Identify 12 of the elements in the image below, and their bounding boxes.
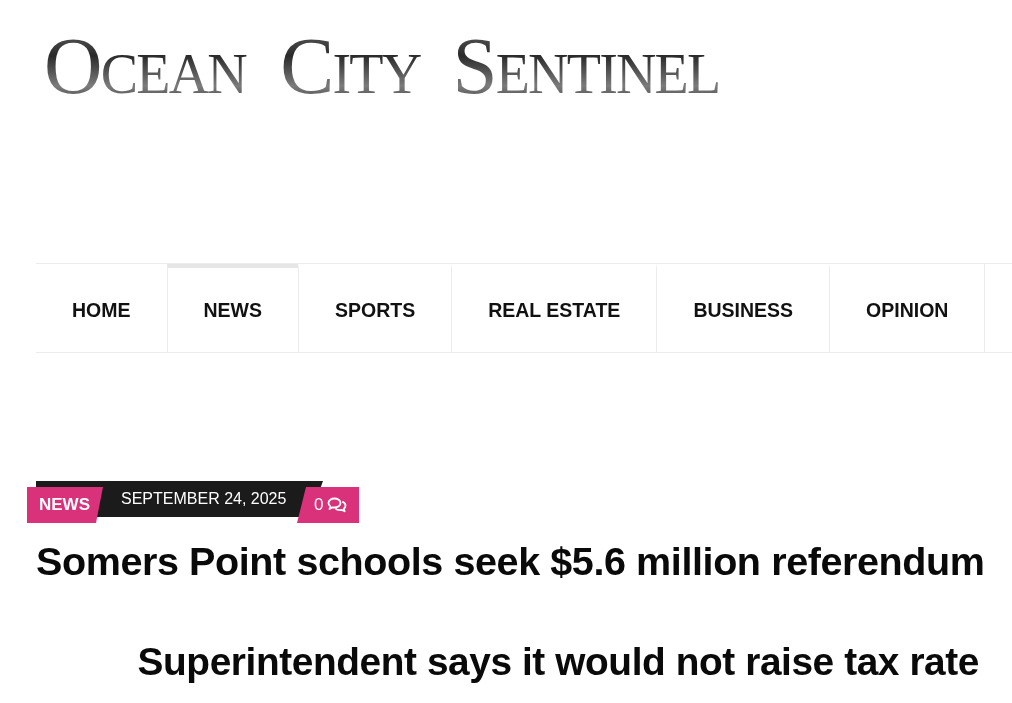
- post-date: SEPTEMBER 24, 2025: [121, 489, 287, 508]
- chat-icon: [327, 497, 348, 513]
- article-subheadline: Superintendent says it would not raise tax rate: [137, 639, 979, 685]
- nav-item[interactable]: OPINION: [829, 264, 985, 352]
- comments-link[interactable]: 0: [297, 487, 359, 523]
- nav-item[interactable]: HOME: [36, 264, 167, 352]
- nav-item[interactable]: SPORTS: [298, 264, 452, 352]
- nav-item[interactable]: BUSINESS: [656, 264, 830, 352]
- article-headline: Somers Point schools seek $5.6 million referendum: [36, 538, 986, 585]
- nav-item[interactable]: REAL ESTATE: [451, 264, 657, 352]
- category-tag[interactable]: NEWS: [27, 487, 103, 523]
- nav-item[interactable]: NEWS: [166, 264, 298, 352]
